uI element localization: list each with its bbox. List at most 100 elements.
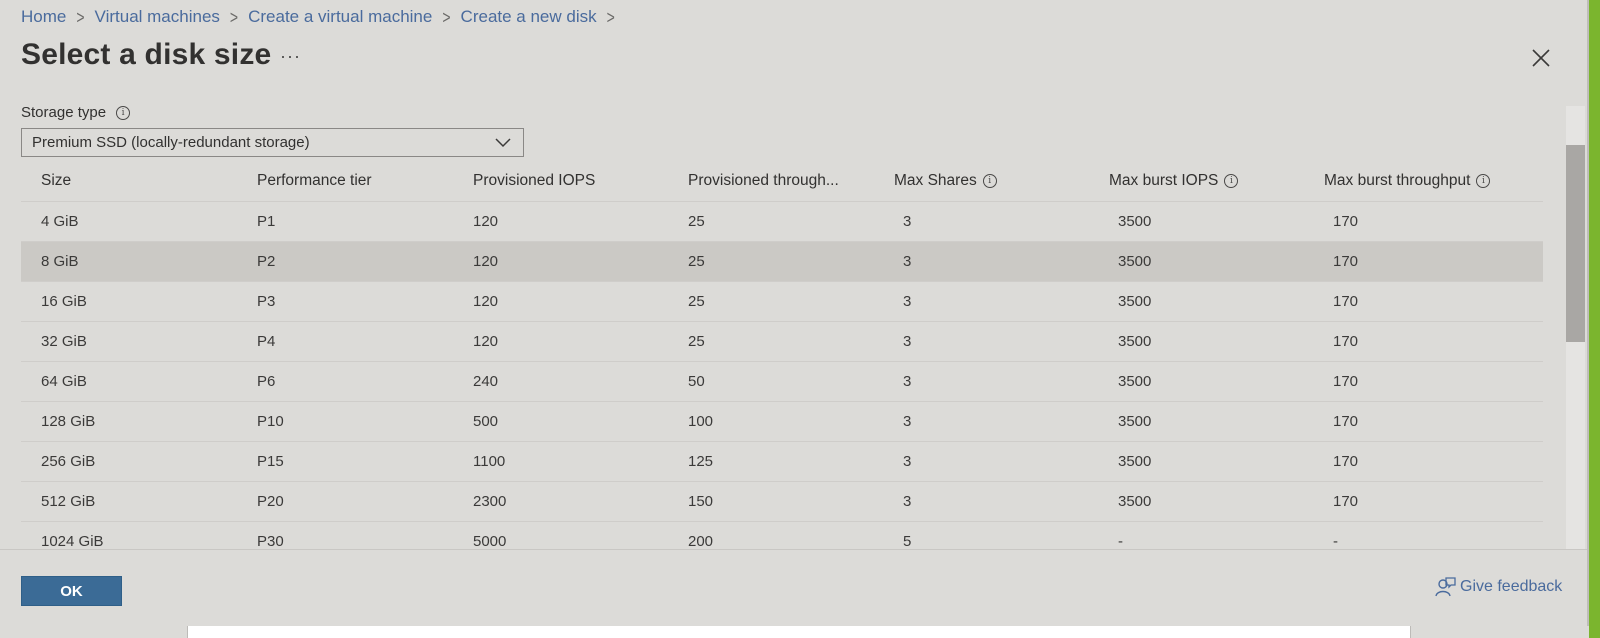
cell-provisioned-iops: 2300 — [473, 493, 507, 510]
cell-max-burst-iops: 3500 — [1118, 333, 1152, 350]
cell-max-burst-throughput: 170 — [1333, 213, 1359, 230]
feedback-icon — [1435, 577, 1456, 597]
cell-max-burst-throughput: 170 — [1333, 493, 1359, 510]
table-row[interactable]: 256 GiB P15 1100 125 3 3500 170 — [21, 442, 1543, 482]
cell-provisioned-throughput: 25 — [688, 253, 705, 270]
storage-type-dropdown[interactable]: Premium SSD (locally-redundant storage) — [21, 128, 524, 157]
cell-max-burst-throughput: 170 — [1333, 373, 1359, 390]
cell-max-burst-throughput: 170 — [1333, 253, 1359, 270]
cell-size: 1024 GiB — [41, 533, 104, 549]
cell-provisioned-throughput: 150 — [688, 493, 714, 510]
cell-max-burst-throughput: 170 — [1333, 293, 1359, 310]
table-row[interactable]: 512 GiB P20 2300 150 3 3500 170 — [21, 482, 1543, 522]
cell-max-burst-iops: 3500 — [1118, 493, 1152, 510]
background-content — [187, 626, 1411, 638]
info-icon[interactable]: i — [1476, 174, 1491, 188]
table-row[interactable]: 8 GiB P2 120 25 3 3500 170 — [21, 242, 1543, 282]
cell-max-burst-iops: 3500 — [1118, 253, 1152, 270]
cell-max-shares: 3 — [903, 293, 912, 310]
background-edge — [1589, 0, 1600, 638]
cell-provisioned-iops: 120 — [473, 253, 499, 270]
table-body: 4 GiB P1 120 25 3 3500 170 8 GiB P2 120 25 3 3500 170… — [21, 202, 1543, 549]
cell-performance-tier: P3 — [257, 293, 276, 310]
cell-max-burst-throughput: 170 — [1333, 333, 1359, 350]
cell-max-burst-iops: 3500 — [1118, 293, 1152, 310]
cell-max-burst-iops: 3500 — [1118, 453, 1152, 470]
cell-provisioned-throughput: 200 — [688, 533, 714, 549]
disk-size-table: Size Performance tier Provisioned IOPS P… — [21, 161, 1543, 549]
info-icon[interactable]: i — [1224, 174, 1239, 188]
cell-performance-tier: P30 — [257, 533, 284, 549]
cell-size: 512 GiB — [41, 493, 96, 510]
storage-type-label: Storage type i — [21, 104, 131, 121]
cell-max-burst-throughput: 170 — [1333, 413, 1359, 430]
cell-provisioned-throughput: 25 — [688, 293, 705, 310]
cell-provisioned-throughput: 50 — [688, 373, 705, 390]
cell-max-shares: 3 — [903, 333, 912, 350]
column-header-size[interactable]: Size — [41, 161, 71, 201]
cell-size: 4 GiB — [41, 213, 79, 230]
cell-provisioned-iops: 120 — [473, 333, 499, 350]
table-row[interactable]: 16 GiB P3 120 25 3 3500 170 — [21, 282, 1543, 322]
cell-max-shares: 3 — [903, 253, 912, 270]
cell-provisioned-iops: 1100 — [473, 453, 506, 470]
scrollbar-thumb[interactable] — [1566, 145, 1585, 342]
table-row[interactable]: 1024 GiB P30 5000 200 5 - - — [21, 522, 1543, 549]
cell-max-shares: 3 — [903, 493, 912, 510]
cell-provisioned-throughput: 125 — [688, 453, 714, 470]
cell-provisioned-iops: 240 — [473, 373, 499, 390]
cell-max-shares: 5 — [903, 533, 912, 549]
cell-performance-tier: P1 — [257, 213, 276, 230]
cell-size: 8 GiB — [41, 253, 79, 270]
cell-performance-tier: P15 — [257, 453, 284, 470]
column-header-provisioned-iops[interactable]: Provisioned IOPS — [473, 161, 595, 201]
ok-button[interactable]: OK — [21, 576, 122, 606]
column-header-provisioned-throughput[interactable]: Provisioned through... — [688, 161, 839, 201]
cell-max-burst-throughput: - — [1333, 533, 1338, 549]
cell-size: 16 GiB — [41, 293, 87, 310]
storage-type-value: Premium SSD (locally-redundant storage) — [32, 134, 310, 151]
column-header-max-shares[interactable]: Max Shares i — [894, 161, 997, 201]
cell-provisioned-throughput: 25 — [688, 213, 705, 230]
cell-max-shares: 3 — [903, 413, 912, 430]
content-area: Storage type i Premium SSD (locally-redu… — [0, 0, 1589, 549]
column-header-performance-tier[interactable]: Performance tier — [257, 161, 372, 201]
column-header-max-burst-throughput[interactable]: Max burst throughput i — [1324, 161, 1491, 201]
cell-max-shares: 3 — [903, 373, 912, 390]
table-row[interactable]: 32 GiB P4 120 25 3 3500 170 — [21, 322, 1543, 362]
cell-provisioned-iops: 5000 — [473, 533, 507, 549]
disk-size-panel: Home > Virtual machines > Create a virtu… — [0, 0, 1589, 626]
table-row[interactable]: 64 GiB P6 240 50 3 3500 170 — [21, 362, 1543, 402]
cell-max-shares: 3 — [903, 213, 912, 230]
table-row[interactable]: 128 GiB P10 500 100 3 3500 170 — [21, 402, 1543, 442]
cell-max-burst-iops: 3500 — [1118, 413, 1152, 430]
cell-max-burst-throughput: 170 — [1333, 453, 1359, 470]
cell-provisioned-iops: 120 — [473, 213, 499, 230]
storage-type-text: Storage type — [21, 104, 107, 121]
cell-performance-tier: P4 — [257, 333, 276, 350]
max-shares-label: Max Shares — [894, 172, 977, 189]
column-header-max-burst-iops[interactable]: Max burst IOPS i — [1109, 161, 1239, 201]
info-icon[interactable]: i — [982, 174, 997, 188]
give-feedback-link[interactable]: Give feedback — [1434, 576, 1562, 598]
table-header: Size Performance tier Provisioned IOPS P… — [21, 161, 1543, 202]
cell-provisioned-iops: 500 — [473, 413, 499, 430]
table-row[interactable]: 4 GiB P1 120 25 3 3500 170 — [21, 202, 1543, 242]
cell-performance-tier: P20 — [257, 493, 284, 510]
cell-performance-tier: P6 — [257, 373, 276, 390]
cell-size: 256 GiB — [41, 453, 96, 470]
cell-max-burst-iops: - — [1118, 533, 1123, 549]
cell-max-shares: 3 — [903, 453, 912, 470]
info-icon[interactable]: i — [116, 105, 131, 120]
cell-size: 64 GiB — [41, 373, 87, 390]
cell-provisioned-throughput: 25 — [688, 333, 705, 350]
cell-max-burst-iops: 3500 — [1118, 373, 1152, 390]
cell-provisioned-iops: 120 — [473, 293, 499, 310]
background-page — [0, 626, 1589, 638]
chevron-down-icon — [495, 137, 511, 147]
cell-size: 128 GiB — [41, 413, 96, 430]
cell-performance-tier: P2 — [257, 253, 276, 270]
cell-performance-tier: P10 — [257, 413, 284, 430]
give-feedback-label: Give feedback — [1460, 578, 1563, 595]
cell-max-burst-iops: 3500 — [1118, 213, 1152, 230]
